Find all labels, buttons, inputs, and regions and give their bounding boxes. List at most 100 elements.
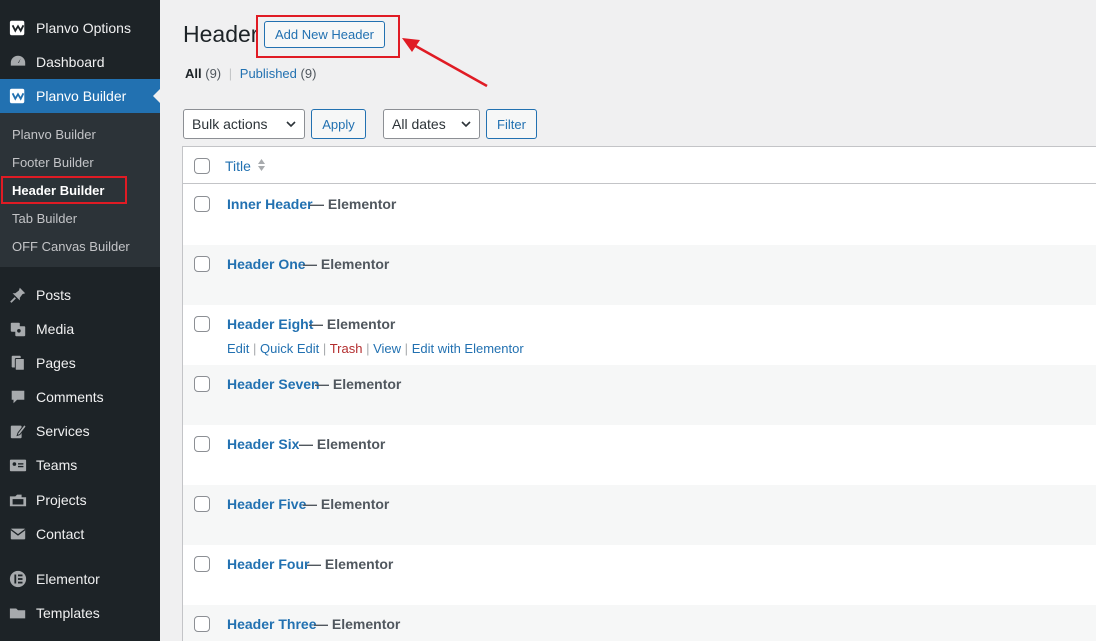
menu-label: Elementor xyxy=(36,571,100,587)
row-checkbox[interactable] xyxy=(194,256,210,272)
menu-item-posts[interactable]: Posts xyxy=(0,278,160,312)
menu-item-comments[interactable]: Comments xyxy=(0,380,160,414)
add-new-header-button[interactable]: Add New Header xyxy=(264,21,385,48)
menu-item-projects[interactable]: Projects xyxy=(0,483,160,517)
menu-label: Posts xyxy=(36,287,72,303)
row-action-separator: | xyxy=(322,341,327,356)
bulk-actions-select[interactable]: Bulk actions xyxy=(183,109,305,139)
filter-published[interactable]: Published xyxy=(240,66,297,81)
table-row: Header One — Elementor xyxy=(183,245,1096,305)
chevron-down-icon xyxy=(286,121,296,128)
menu-item-templates[interactable]: Templates xyxy=(0,596,160,630)
menu-label: Pages xyxy=(36,355,76,371)
row-title-link[interactable]: Header Eight xyxy=(227,316,313,332)
submenu-item-off-canvas-builder[interactable]: OFF Canvas Builder xyxy=(12,239,130,254)
row-title-link[interactable]: Inner Header xyxy=(227,196,313,212)
row-checkbox[interactable] xyxy=(194,556,210,572)
posts-table: Title Inner Header — Elementor Header On… xyxy=(182,146,1096,641)
row-action-edit-with-elementor[interactable]: Edit with Elementor xyxy=(412,341,524,356)
menu-item-elementor[interactable]: Elementor xyxy=(0,562,160,596)
apply-button[interactable]: Apply xyxy=(311,109,366,139)
date-filter-select[interactable]: All dates xyxy=(383,109,480,139)
post-state: — Elementor xyxy=(309,316,396,332)
admin-sidebar: Planvo Options Dashboard Planvo Builder … xyxy=(0,0,161,641)
post-state: — Elementor xyxy=(310,196,397,212)
email-icon xyxy=(8,524,28,544)
chevron-down-icon xyxy=(461,121,471,128)
submenu-item-planvo-builder[interactable]: Planvo Builder xyxy=(12,127,96,142)
active-arrow xyxy=(153,88,161,104)
filter-button[interactable]: Filter xyxy=(486,109,537,139)
menu-label: Templates xyxy=(36,605,100,621)
menu-label: Services xyxy=(36,423,90,439)
menu-item-planvo-options[interactable]: Planvo Options xyxy=(0,11,160,45)
menu-label: Media xyxy=(36,321,75,337)
id-card-icon xyxy=(8,455,28,475)
row-action-quick-edit[interactable]: Quick Edit xyxy=(260,341,319,356)
table-header: Title xyxy=(183,147,1096,184)
row-title-link[interactable]: Header Four xyxy=(227,556,309,572)
post-state: — Elementor xyxy=(299,436,386,452)
row-title-link[interactable]: Header Three xyxy=(227,616,316,632)
row-action-edit[interactable]: Edit xyxy=(227,341,249,356)
column-title-header[interactable]: Title xyxy=(225,158,251,174)
menu-item-dashboard[interactable]: Dashboard xyxy=(0,45,160,79)
select-all-checkbox[interactable] xyxy=(194,158,210,174)
dashboard-icon xyxy=(8,52,28,72)
table-row: Header Six — Elementor xyxy=(183,425,1096,485)
row-action-trash[interactable]: Trash xyxy=(330,341,363,356)
bulk-actions-value: Bulk actions xyxy=(192,116,268,132)
edit-page-icon xyxy=(8,421,28,441)
post-state: — Elementor xyxy=(315,376,402,392)
menu-item-pages[interactable]: Pages xyxy=(0,346,160,380)
menu-item-services[interactable]: Services xyxy=(0,414,160,448)
menu-label: Planvo Builder xyxy=(36,88,127,104)
table-row: Header Four — Elementor xyxy=(183,545,1096,605)
submenu-item-tab-builder[interactable]: Tab Builder xyxy=(12,211,77,226)
row-action-view[interactable]: View xyxy=(373,341,401,356)
filter-published-count: (9) xyxy=(300,66,317,81)
menu-item-teams[interactable]: Teams xyxy=(0,448,160,482)
table-row: Inner Header — Elementor xyxy=(183,185,1096,245)
row-checkbox[interactable] xyxy=(194,376,210,392)
submenu-item-footer-builder[interactable]: Footer Builder xyxy=(12,155,94,170)
menu-label: Planvo Options xyxy=(36,20,131,36)
table-row: Header Five — Elementor xyxy=(183,485,1096,545)
portfolio-icon xyxy=(8,490,28,510)
menu-item-media[interactable]: Media xyxy=(0,312,160,346)
media-icon xyxy=(8,319,28,339)
sort-icon[interactable] xyxy=(257,158,266,172)
row-checkbox[interactable] xyxy=(194,496,210,512)
date-filter-value: All dates xyxy=(392,116,446,132)
subsubsub-filters: All (9) | Published (9) xyxy=(185,66,316,81)
planvo-logo-icon xyxy=(8,86,28,106)
row-checkbox[interactable] xyxy=(194,436,210,452)
menu-label: Teams xyxy=(36,457,78,473)
row-checkbox[interactable] xyxy=(194,196,210,212)
row-title-link[interactable]: Header One xyxy=(227,256,306,272)
elementor-icon xyxy=(8,569,28,589)
row-action-separator: | xyxy=(253,341,257,356)
pushpin-icon xyxy=(8,285,28,305)
row-title-link[interactable]: Header Six xyxy=(227,436,299,452)
row-checkbox[interactable] xyxy=(194,616,210,632)
menu-item-contact[interactable]: Contact xyxy=(0,517,160,551)
row-actions: Edit | Quick Edit | Trash | View | Edit … xyxy=(227,341,524,356)
row-checkbox[interactable] xyxy=(194,316,210,332)
filter-separator: | xyxy=(228,66,233,81)
filter-all[interactable]: All xyxy=(185,66,202,81)
row-title-link[interactable]: Header Five xyxy=(227,496,306,512)
planvo-logo-icon xyxy=(8,18,28,38)
post-state: — Elementor xyxy=(303,496,390,512)
row-action-separator: | xyxy=(404,341,409,356)
highlight-box-header-builder xyxy=(1,176,127,204)
filter-all-count: (9) xyxy=(205,66,222,81)
table-row: Header Eight — Elementor Edit | Quick Ed… xyxy=(183,305,1096,365)
post-state: — Elementor xyxy=(314,616,401,632)
table-row: Header Three — Elementor xyxy=(183,605,1096,641)
menu-item-planvo-builder[interactable]: Planvo Builder xyxy=(0,79,161,113)
row-action-separator: | xyxy=(366,341,370,356)
pages-icon xyxy=(8,353,28,373)
row-title-link[interactable]: Header Seven xyxy=(227,376,320,392)
menu-label: Contact xyxy=(36,526,85,542)
